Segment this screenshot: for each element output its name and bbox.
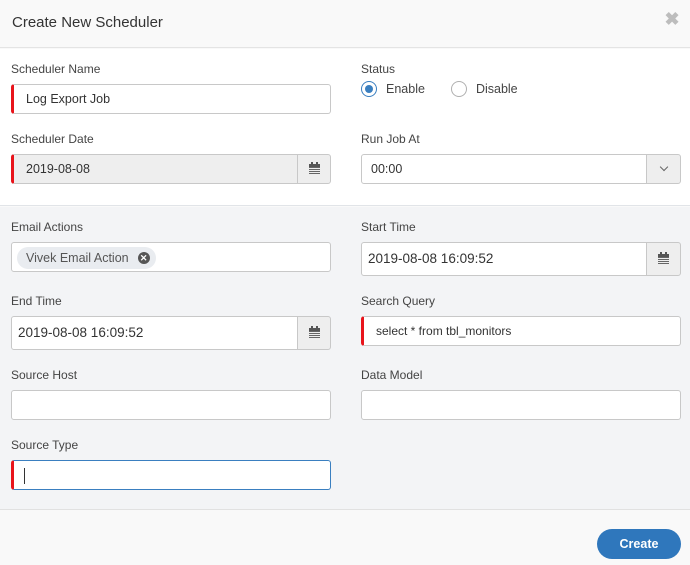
dialog-header: Create New Scheduler ✖ bbox=[0, 0, 690, 48]
email-actions-label: Email Actions bbox=[11, 220, 84, 234]
source-host-input[interactable] bbox=[11, 390, 331, 420]
dialog-title: Create New Scheduler bbox=[12, 14, 163, 31]
run-job-at-label: Run Job At bbox=[361, 132, 420, 146]
run-job-at-dropdown-button[interactable] bbox=[646, 154, 681, 184]
dialog-footer: Create bbox=[0, 511, 690, 565]
email-action-chip: Vivek Email Action ✕ bbox=[17, 247, 156, 269]
search-query-label: Search Query bbox=[361, 294, 436, 308]
status-enable-label[interactable]: Enable bbox=[386, 82, 425, 96]
source-type-input[interactable] bbox=[11, 460, 331, 490]
details-section: Email Actions Vivek Email Action ✕ Start… bbox=[0, 207, 690, 510]
status-enable-radio[interactable] bbox=[361, 81, 377, 97]
scheduler-date-label: Scheduler Date bbox=[11, 132, 94, 146]
start-time-label: Start Time bbox=[361, 220, 416, 234]
scheduler-name-label: Scheduler Name bbox=[11, 62, 101, 76]
start-time-input[interactable]: 2019-08-08 16:09:52 bbox=[361, 242, 649, 276]
status-radio-group: Enable Disable bbox=[361, 81, 518, 97]
schedule-section: Scheduler Name Log Export Job Status Ena… bbox=[0, 49, 690, 206]
scheduler-name-input[interactable]: Log Export Job bbox=[11, 84, 331, 114]
status-label: Status bbox=[361, 62, 396, 76]
email-actions-input[interactable]: Vivek Email Action ✕ bbox=[11, 242, 331, 272]
end-time-input[interactable]: 2019-08-08 16:09:52 bbox=[11, 316, 299, 350]
chevron-down-icon bbox=[659, 162, 668, 172]
text-cursor bbox=[24, 467, 25, 484]
email-action-chip-label: Vivek Email Action bbox=[26, 251, 129, 265]
calendar-icon bbox=[308, 326, 320, 338]
search-query-input[interactable]: select * from tbl_monitors bbox=[361, 316, 681, 346]
create-button[interactable]: Create bbox=[597, 529, 681, 559]
close-icon[interactable]: ✖ bbox=[664, 10, 680, 28]
data-model-label: Data Model bbox=[361, 368, 423, 382]
status-disable-label[interactable]: Disable bbox=[476, 82, 518, 96]
source-host-label: Source Host bbox=[11, 368, 78, 382]
source-type-label: Source Type bbox=[11, 438, 79, 452]
remove-chip-icon[interactable]: ✕ bbox=[137, 252, 150, 264]
run-job-at-select[interactable]: 00:00 bbox=[361, 154, 647, 184]
status-disable-radio[interactable] bbox=[450, 81, 467, 97]
end-time-calendar-button[interactable] bbox=[297, 316, 331, 350]
scheduler-date-input[interactable]: 2019-08-08 bbox=[11, 154, 298, 184]
calendar-icon bbox=[308, 162, 320, 174]
end-time-label: End Time bbox=[11, 294, 62, 308]
scheduler-date-calendar-button[interactable] bbox=[297, 154, 331, 184]
data-model-input[interactable] bbox=[361, 390, 681, 420]
calendar-icon bbox=[658, 252, 669, 264]
start-time-calendar-button[interactable] bbox=[646, 242, 681, 276]
